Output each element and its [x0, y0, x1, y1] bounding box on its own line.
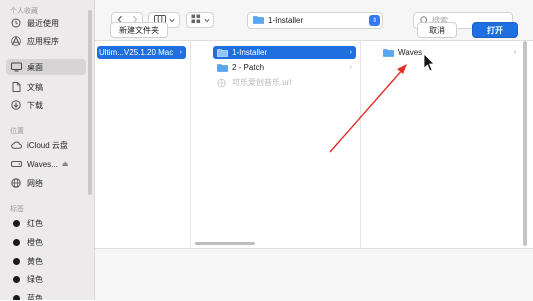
grid-icon	[191, 14, 201, 26]
sidebar-item-icloud[interactable]: iCloud 云盘	[6, 137, 86, 153]
sidebar-item-recents[interactable]: 最近使用	[6, 15, 86, 31]
sidebar-item-documents[interactable]: 文稿	[6, 79, 86, 95]
sidebar-tag-blue[interactable]: 蓝色	[6, 290, 86, 300]
window-scrollbar[interactable]	[523, 41, 527, 246]
sidebar-item-waves-volume[interactable]: Waves... ⏏	[6, 156, 86, 172]
column-1: Ultim...V25.1.20 Mac ›	[95, 41, 191, 248]
sidebar-heading-locations: 位置	[10, 128, 24, 135]
open-button[interactable]: 打开	[472, 22, 518, 38]
list-item: 可乐爱创音乐.url	[213, 76, 356, 89]
item-label: 1-Installer	[232, 48, 268, 57]
column-scrollbar[interactable]	[195, 242, 255, 245]
new-folder-button[interactable]: 新建文件夹	[110, 22, 168, 38]
desktop-icon	[10, 61, 22, 73]
tag-dot-icon	[10, 217, 22, 229]
folder-icon	[383, 48, 394, 57]
sidebar-item-label: iCloud 云盘	[27, 140, 68, 150]
item-label: Ultim...V25.1.20 Mac	[99, 48, 174, 57]
cloud-icon	[10, 139, 22, 151]
sidebar-item-label: 蓝色	[27, 293, 43, 301]
sidebar-item-label: 绿色	[27, 274, 43, 284]
sidebar: 个人收藏 最近使用 应用程序 桌面 文稿 下载 位置 iCloud 云盘 Wav…	[0, 0, 95, 300]
item-label: Waves	[398, 48, 423, 57]
sidebar-tag-orange[interactable]: 橙色	[6, 234, 86, 250]
apps-icon	[10, 35, 22, 47]
list-item[interactable]: Waves ›	[379, 46, 520, 59]
sidebar-tag-red[interactable]: 红色	[6, 215, 86, 231]
item-label: 可乐爱创音乐.url	[232, 78, 292, 87]
sidebar-item-label: 应用程序	[27, 36, 59, 46]
download-icon	[10, 99, 22, 111]
list-item[interactable]: 2 - Patch ›	[213, 61, 356, 74]
sidebar-item-desktop[interactable]: 桌面	[6, 59, 86, 75]
column-3: Waves ›	[361, 41, 524, 248]
chevron-down-icon	[203, 16, 210, 25]
chevron-right-icon: ›	[513, 49, 516, 56]
folder-icon	[217, 63, 228, 72]
folder-icon	[253, 15, 264, 26]
clock-icon	[10, 17, 22, 29]
tag-dot-icon	[10, 292, 22, 300]
globe-icon	[10, 177, 22, 189]
folder-icon	[217, 48, 228, 57]
sidebar-tag-green[interactable]: 绿色	[6, 271, 86, 287]
file-icon	[217, 78, 228, 88]
group-button[interactable]	[186, 12, 214, 28]
sidebar-item-downloads[interactable]: 下载	[6, 97, 86, 113]
list-item[interactable]: 1-Installer ›	[213, 46, 356, 59]
eject-icon[interactable]: ⏏	[62, 160, 69, 168]
tag-dot-icon	[10, 273, 22, 285]
column-2: 1-Installer › 2 - Patch › 可乐爱创音乐.url	[191, 41, 361, 248]
sidebar-item-label: 下载	[27, 100, 43, 110]
sidebar-tag-yellow[interactable]: 黄色	[6, 253, 86, 269]
sidebar-item-label: Waves...	[27, 159, 58, 169]
document-icon	[10, 81, 22, 93]
sidebar-scrollbar[interactable]	[88, 10, 92, 195]
sidebar-item-label: 橙色	[27, 237, 43, 247]
chevron-right-icon: ›	[179, 49, 182, 56]
chevron-down-icon	[168, 16, 175, 25]
tag-dot-icon	[10, 255, 22, 267]
list-item[interactable]: Ultim...V25.1.20 Mac ›	[97, 46, 186, 59]
up-down-arrows-icon: ⇕	[369, 15, 380, 26]
cancel-button[interactable]: 取消	[417, 22, 457, 38]
sidebar-item-label: 文稿	[27, 82, 43, 92]
sidebar-item-label: 最近使用	[27, 18, 59, 28]
sidebar-item-label: 桌面	[27, 62, 43, 72]
sidebar-item-applications[interactable]: 应用程序	[6, 33, 86, 49]
tag-dot-icon	[10, 236, 22, 248]
chevron-right-icon: ›	[349, 64, 352, 71]
location-popup[interactable]: 1-Installer ⇕	[247, 12, 383, 29]
drive-icon	[10, 158, 22, 170]
sidebar-item-network[interactable]: 网络	[6, 175, 86, 191]
sidebar-item-label: 红色	[27, 218, 43, 228]
dialog-footer	[95, 248, 533, 301]
sidebar-heading-tags: 标签	[10, 206, 24, 213]
sidebar-item-label: 黄色	[27, 256, 43, 266]
item-label: 2 - Patch	[232, 63, 265, 72]
column-browser: Ultim...V25.1.20 Mac › 1-Installer › 2 -…	[95, 41, 524, 248]
location-label: 1-Installer	[268, 16, 304, 25]
chevron-right-icon: ›	[349, 49, 352, 56]
sidebar-item-label: 网络	[27, 178, 43, 188]
